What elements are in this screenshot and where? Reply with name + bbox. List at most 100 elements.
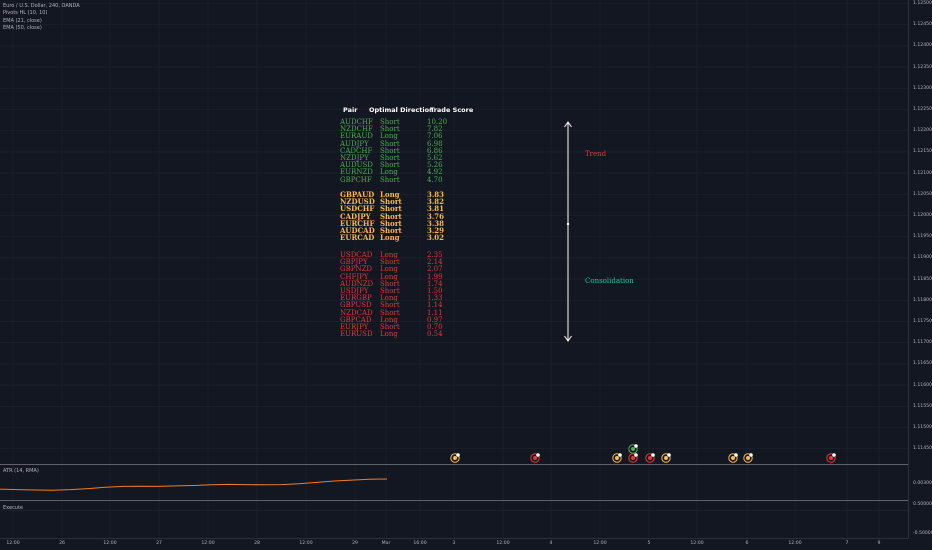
price-axis-label: 1.11500 xyxy=(913,425,932,430)
time-axis-label: 5 xyxy=(647,541,651,546)
price-axis-label: 1.11600 xyxy=(913,382,932,388)
pivot-marker-core xyxy=(664,456,668,460)
price-axis-label: 1.11450 xyxy=(913,446,932,452)
price-axis-label: 1.11550 xyxy=(913,403,932,409)
price-axis-label: 1.11700 xyxy=(913,340,932,346)
score-cell: 0.54 xyxy=(427,330,443,339)
direction-cell: Short xyxy=(380,175,400,184)
price-axis-label: 1.12200 xyxy=(913,128,932,134)
pane-axis-label: -0.50000 xyxy=(913,531,932,536)
pivot-marker-core xyxy=(731,456,735,460)
trend-arrow-midpoint xyxy=(566,222,570,226)
pivot-markers xyxy=(450,444,836,463)
atr-series-line xyxy=(0,478,388,491)
pivot-marker-badge xyxy=(634,453,638,457)
score-cell: 4.70 xyxy=(427,175,443,184)
table-header-cell: Pair xyxy=(343,106,358,114)
time-axis-label: 27 xyxy=(156,541,162,546)
price-axis-label: 1.12150 xyxy=(913,149,932,155)
pivot-marker-core xyxy=(648,456,652,460)
price-axis-label: 1.12300 xyxy=(913,85,932,91)
chart-legend: Euro / U.S. Dollar, 240, OANDA Pivots HL… xyxy=(3,3,80,33)
time-axis-label: 12:00 xyxy=(788,541,802,546)
pivot-marker-badge xyxy=(749,453,753,457)
pivot-marker xyxy=(628,453,638,463)
pivot-marker-core xyxy=(829,456,833,460)
pivot-marker xyxy=(728,453,738,463)
legend-indicator-pivots[interactable]: Pivots HL (10, 10) xyxy=(3,10,80,17)
pivot-marker-badge xyxy=(634,444,638,448)
pivot-marker xyxy=(645,453,655,463)
time-axis-label: 28 xyxy=(254,541,260,546)
price-axis-label: 1.12100 xyxy=(913,170,932,176)
pivot-marker xyxy=(450,453,460,463)
time-axis-label: Mar xyxy=(381,541,391,546)
trend-arrow[interactable] xyxy=(564,121,572,342)
time-axis-label: 16:00 xyxy=(413,541,427,546)
pivot-marker-badge xyxy=(667,453,671,457)
time-axis-label: 12:00 xyxy=(496,541,510,546)
price-axis-label: 1.12250 xyxy=(913,107,932,112)
legend-indicator-ema50[interactable]: EMA (50, close) xyxy=(3,25,80,32)
time-axis-label: 12:00 xyxy=(103,541,117,546)
pivot-marker-badge xyxy=(618,453,622,457)
pivot-marker xyxy=(743,453,753,463)
pivot-marker-core xyxy=(746,456,750,460)
pivot-marker-badge xyxy=(536,453,540,457)
time-axis-label: 26 xyxy=(59,541,65,546)
price-axis-label: 1.11750 xyxy=(913,319,932,324)
pivot-marker xyxy=(826,453,836,463)
time-axis-label: 29 xyxy=(352,541,358,546)
time-axis-label: 7 xyxy=(845,541,849,546)
pivot-marker-core xyxy=(533,456,537,460)
price-axis-label: 1.12450 xyxy=(913,22,932,28)
time-axis-label: 12:00 xyxy=(201,541,215,546)
pivot-marker-badge xyxy=(456,453,460,457)
score-cell: 3.02 xyxy=(427,233,445,243)
chart-canvas[interactable] xyxy=(0,0,932,550)
time-axis-label: 12:00 xyxy=(299,541,313,546)
time-axis-label: 6 xyxy=(745,541,749,546)
price-axis-label: 1.11950 xyxy=(913,234,932,240)
time-axis-label: 12:00 xyxy=(690,541,704,546)
pivot-marker xyxy=(628,444,638,454)
consolidation-annotation: Consolidation xyxy=(585,277,634,285)
pivot-marker xyxy=(612,453,622,463)
pair-cell: EURUSD xyxy=(340,330,373,339)
time-axis-label: 12:00 xyxy=(6,541,20,546)
pair-cell: GBPCHF xyxy=(340,175,372,184)
price-axis-label: 1.12500 xyxy=(913,1,932,6)
price-axis-label: 1.11900 xyxy=(913,255,932,261)
table-header-cell: Trade Score xyxy=(430,106,474,114)
pivot-marker xyxy=(661,453,671,463)
pivot-marker xyxy=(530,453,540,463)
time-axis-label: 3 xyxy=(452,541,456,546)
price-axis-label: 1.12400 xyxy=(913,43,932,49)
pane-axis-label: 0.00300 xyxy=(913,481,932,486)
price-axis-label: 1.11650 xyxy=(913,361,932,367)
legend-indicator-ema21[interactable]: EMA (21, close) xyxy=(3,18,80,25)
execute-pane-label[interactable]: Execute xyxy=(3,505,23,511)
pivot-marker-badge xyxy=(832,453,836,457)
pivot-marker-badge xyxy=(734,453,738,457)
legend-symbol-title[interactable]: Euro / U.S. Dollar, 240, OANDA xyxy=(3,3,80,10)
direction-cell: Long xyxy=(380,233,400,243)
time-axis-label: 4 xyxy=(549,541,553,546)
trend-annotation: Trend xyxy=(585,150,607,158)
direction-cell: Long xyxy=(380,330,398,339)
pivot-marker-core xyxy=(453,456,457,460)
pair-cell: EURCAD xyxy=(340,233,375,243)
table-header-cell: Optimal Direction xyxy=(369,106,434,114)
time-axis-label: 12:00 xyxy=(593,541,607,546)
price-axis-label: 1.12350 xyxy=(913,64,932,70)
price-axis-label: 1.11800 xyxy=(913,297,932,303)
pivot-marker-core xyxy=(631,447,635,451)
time-axis-label: 9 xyxy=(877,541,881,546)
pivot-marker-badge xyxy=(651,453,655,457)
pivot-marker-core xyxy=(615,456,619,460)
atr-pane-label[interactable]: ATR (14, RMA) xyxy=(3,468,39,474)
pivot-marker-core xyxy=(631,456,635,460)
price-axis-label: 1.12000 xyxy=(913,213,932,218)
price-axis-label: 1.11850 xyxy=(913,276,932,282)
pane-axis-label: 0.50000 xyxy=(913,502,932,507)
